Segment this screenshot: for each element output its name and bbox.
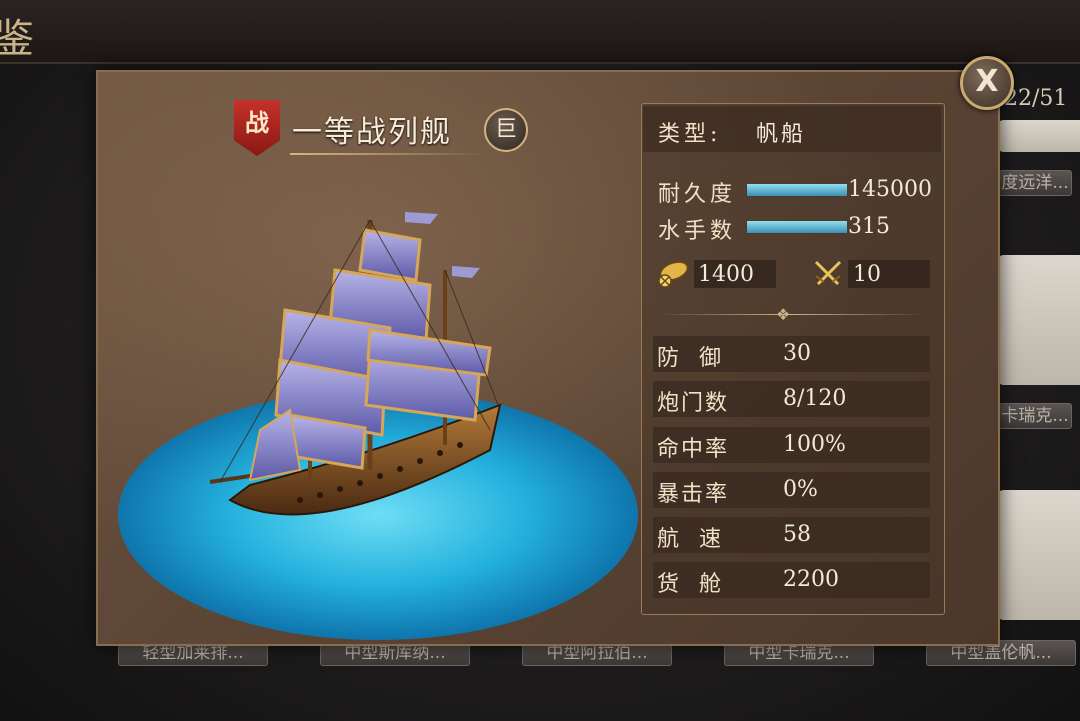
stat-value: 8/120 (783, 386, 847, 411)
durability-bar (746, 183, 848, 197)
sailors-value: 315 (848, 214, 890, 239)
stat-label: 暴击率 (657, 482, 730, 507)
stat-label: 货舱 (657, 572, 742, 597)
side-ship-card[interactable] (996, 255, 1080, 385)
side-ship-card[interactable] (996, 120, 1080, 152)
stat-value: 30 (783, 341, 811, 366)
stat-row-accuracy: 命中率 100% (653, 427, 930, 463)
side-card-label: 度远洋... (998, 170, 1072, 196)
durability-label: 耐久度 (658, 182, 737, 207)
stat-value: 58 (783, 522, 811, 547)
stat-label: 命中率 (657, 437, 730, 462)
ship-name: 一等战列舰 (292, 115, 452, 150)
ship-size-badge: 巨 (484, 108, 528, 152)
crossed-swords-icon (814, 260, 842, 286)
stat-value: 100% (783, 432, 846, 457)
close-button[interactable]: X (960, 56, 1014, 110)
divider-ornament-icon: ❖ (776, 305, 791, 324)
side-ship-card[interactable] (996, 490, 1080, 620)
side-card-label: 卡瑞克... (998, 403, 1072, 429)
sailors-bar (746, 220, 848, 234)
cannon-icon (658, 261, 689, 288)
stat-label: 防御 (657, 346, 742, 371)
stat-row-defense: 防御 30 (653, 336, 930, 372)
type-label: 类型: (658, 122, 722, 147)
stat-label: 炮门数 (657, 391, 730, 416)
stat-label: 航速 (657, 527, 742, 552)
stat-row-cargo: 货舱 2200 (653, 562, 930, 598)
page-counter: 22/51 (1004, 86, 1068, 111)
title-underline (290, 153, 486, 155)
stat-value: 2200 (783, 567, 839, 592)
stat-row-speed: 航速 58 (653, 517, 930, 553)
sailors-label: 水手数 (658, 219, 737, 244)
melee-value: 10 (853, 262, 881, 287)
durability-value: 145000 (848, 177, 932, 202)
stat-row-gunports: 炮门数 8/120 (653, 381, 930, 417)
top-bar: 鉴 (0, 0, 1080, 64)
close-icon: X (975, 64, 999, 99)
stat-value: 0% (783, 477, 818, 502)
header-title: 鉴 (0, 16, 34, 62)
type-value: 帆船 (756, 122, 807, 147)
stats-divider (656, 314, 926, 315)
stat-row-crit: 暴击率 0% (653, 472, 930, 508)
ship-illustration (209, 212, 502, 516)
cannon-value: 1400 (698, 262, 754, 287)
